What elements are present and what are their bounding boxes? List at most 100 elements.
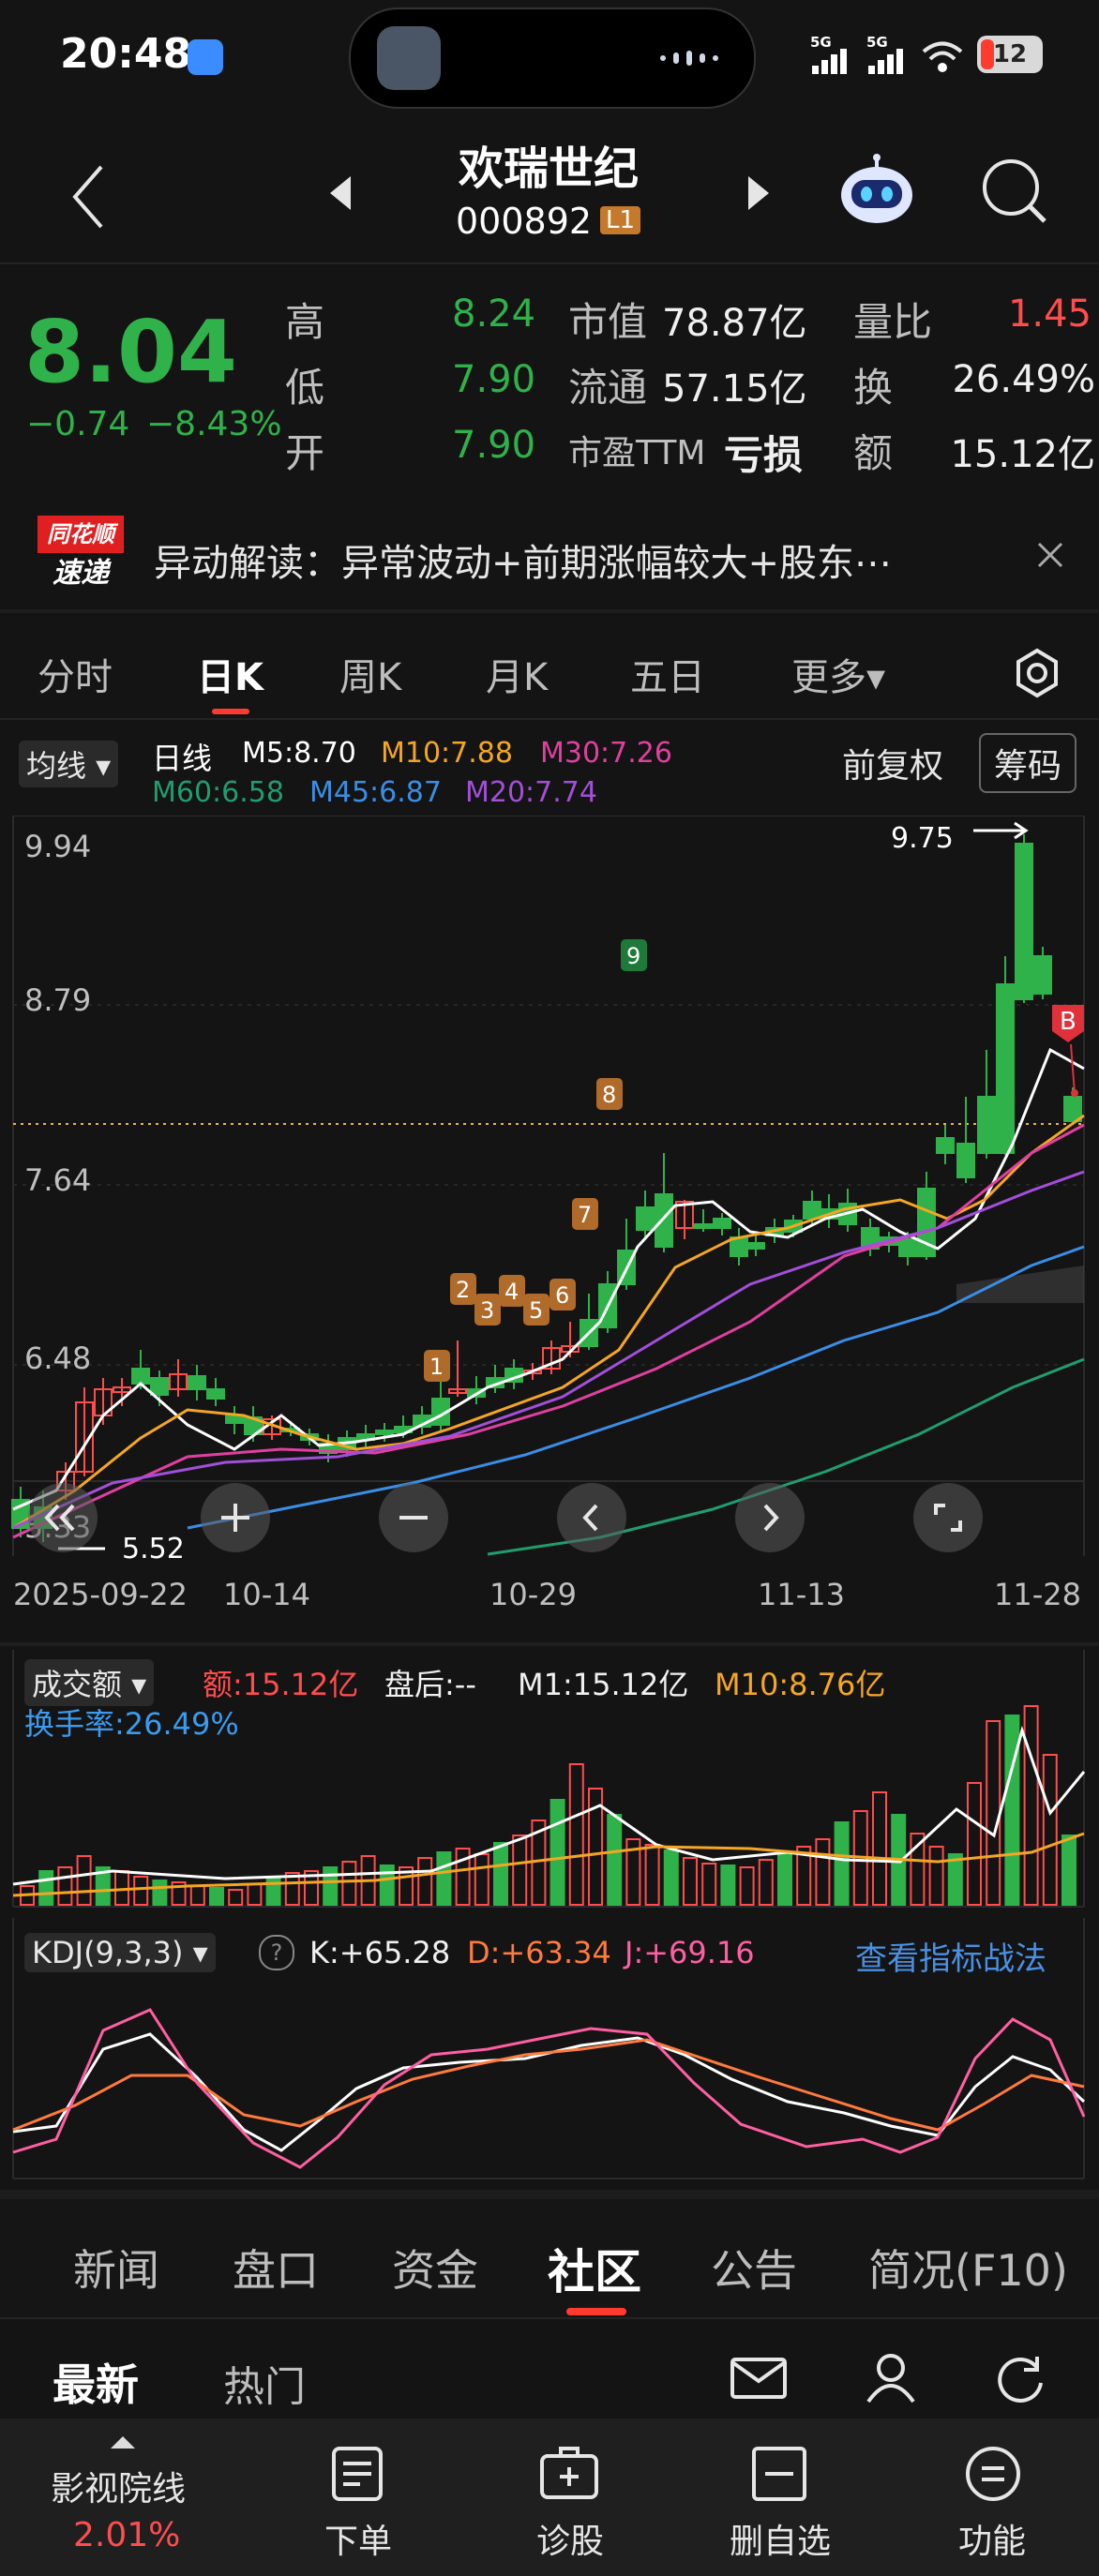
x-tick-4: 11-13 [758, 1577, 845, 1612]
mktcap-value: 78.87亿 [662, 302, 807, 345]
profile-icon[interactable] [863, 2349, 919, 2409]
news-banner[interactable]: 同花顺 速递 异动解读：异常波动+前期涨幅较大+股东⋯ [0, 506, 1099, 604]
refresh-icon[interactable] [992, 2349, 1048, 2409]
functions-icon[interactable] [964, 2445, 1022, 2507]
tab-intraday[interactable]: 分时 [38, 647, 113, 701]
remove-favorite-icon[interactable] [750, 2445, 808, 2507]
b-marker: B [1052, 1005, 1084, 1097]
scroll-left-fast-button[interactable] [28, 1483, 98, 1552]
ticker-name[interactable]: 影视院线 [51, 2462, 186, 2510]
tab-daily-k[interactable]: 日K [197, 647, 263, 701]
mail-icon[interactable] [730, 2355, 788, 2405]
back-button[interactable] [66, 159, 113, 238]
amount-label: 额 [853, 430, 894, 476]
volume-bar [228, 1889, 244, 1906]
x-tick-3: 10-29 [489, 1577, 577, 1612]
remove-favorite-label[interactable]: 删自选 [686, 2514, 874, 2563]
candle-body [996, 983, 1015, 1154]
community-subtabs: 最新 热门 [0, 2321, 1099, 2419]
kdj-j-line [12, 2008, 1086, 2169]
subtab-hot[interactable]: 热门 [223, 2353, 306, 2413]
ma-line [12, 1123, 1085, 1539]
ma-m5: M5:8.70 [242, 737, 356, 770]
functions-label[interactable]: 功能 [898, 2514, 1086, 2563]
tab-more[interactable]: 更多▾ [791, 647, 885, 701]
tab-monthly-k[interactable]: 月K [486, 647, 548, 701]
volume-bar [701, 1863, 717, 1906]
float-label: 流通 [568, 365, 648, 411]
y-tick-4: 6.48 [24, 1340, 91, 1376]
volume-bar [209, 1887, 224, 1906]
volume-bar [739, 1866, 755, 1906]
tab-five-day[interactable]: 五日 [630, 647, 705, 701]
close-icon[interactable] [1035, 540, 1065, 574]
scroll-right-button[interactable] [735, 1483, 805, 1552]
ma-m30: M30:7.26 [540, 737, 672, 770]
tab-capital[interactable]: 资金 [392, 2237, 478, 2299]
volume-bar [683, 1857, 698, 1906]
ma-m60: M60:6.58 [152, 776, 284, 809]
header: 欢瑞世纪 000892 L1 [0, 122, 1099, 262]
pe-value: 亏损 [724, 432, 804, 478]
battery-text: 12 [992, 40, 1028, 68]
ai-assistant-robot-icon[interactable] [835, 154, 919, 232]
volume-bar [133, 1876, 149, 1906]
volume-bar [967, 1782, 982, 1906]
candle-body [188, 1375, 206, 1390]
kline-chart[interactable]: 9.94 8.79 7.64 6.48 5.33 9.75 5.52 12345… [0, 815, 1099, 1640]
chart-settings-icon[interactable] [1011, 647, 1063, 703]
order-label[interactable]: 下单 [264, 2514, 452, 2563]
candle-body [936, 1137, 955, 1154]
sequence-label: 8 [602, 1082, 616, 1108]
high-value: 8.24 [452, 292, 536, 336]
chouma-button[interactable]: 筹码 [979, 733, 1077, 793]
volume-bar [1061, 1835, 1076, 1906]
candle-body [977, 1096, 996, 1154]
zoom-in-button[interactable] [201, 1483, 270, 1552]
ma-line [12, 1047, 1085, 1511]
brand-logo-bottom: 速递 [53, 557, 109, 590]
audio-wave-icon [660, 51, 726, 66]
volume-bar [417, 1857, 433, 1906]
chart-tabs: 分时 日K 周K 月K 五日 更多▾ [0, 619, 1099, 714]
order-icon[interactable] [328, 2445, 386, 2507]
tab-community[interactable]: 社区 [548, 2235, 641, 2302]
volume-bar [550, 1799, 565, 1906]
diagnose-icon[interactable] [538, 2445, 600, 2507]
tab-news[interactable]: 新闻 [73, 2237, 159, 2299]
candle-body [746, 1242, 765, 1250]
tab-weekly-k[interactable]: 周K [339, 647, 401, 701]
next-stock-button[interactable] [745, 172, 773, 217]
fullscreen-button[interactable] [913, 1483, 983, 1552]
volume-bar [323, 1866, 339, 1906]
prev-stock-button[interactable] [326, 172, 354, 217]
volume-bar [38, 1870, 54, 1906]
x-tick-1: 2025-09-22 [13, 1577, 188, 1612]
zoom-out-button[interactable] [379, 1483, 448, 1552]
fuquan-toggle[interactable]: 前复权 [842, 739, 943, 787]
volume-bar [663, 1850, 679, 1906]
low-marker: 5.52 [122, 1533, 185, 1565]
tab-announcements[interactable]: 公告 [711, 2237, 797, 2299]
search-icon[interactable] [979, 156, 1050, 231]
ma-period: 日线 [152, 741, 213, 776]
current-price: 8.04 [24, 302, 237, 402]
tab-order-book[interactable]: 盘口 [233, 2237, 319, 2299]
subtab-latest[interactable]: 最新 [53, 2351, 139, 2413]
volume-bar [777, 1851, 792, 1906]
candle-body [225, 1415, 244, 1424]
tab-f10[interactable]: 简况(F10) [868, 2237, 1068, 2299]
scroll-left-button[interactable] [557, 1483, 626, 1552]
y-tick-3: 7.64 [24, 1162, 91, 1198]
status-bar: 20:48 5G 5G 12 [0, 0, 1099, 112]
x-tick-5: 11-28 [994, 1577, 1081, 1612]
diagnose-label[interactable]: 诊股 [476, 2514, 664, 2563]
ma-selector[interactable]: 均线 ▾ [19, 741, 119, 787]
volume-bar [834, 1821, 850, 1906]
candle-body [655, 1193, 673, 1248]
kdj-svg [12, 1918, 1086, 2179]
ticker-expand-icon[interactable] [109, 2434, 137, 2454]
candle-body [713, 1218, 731, 1229]
volume-bar [76, 1855, 92, 1906]
price-change: −0.74 [26, 405, 130, 443]
